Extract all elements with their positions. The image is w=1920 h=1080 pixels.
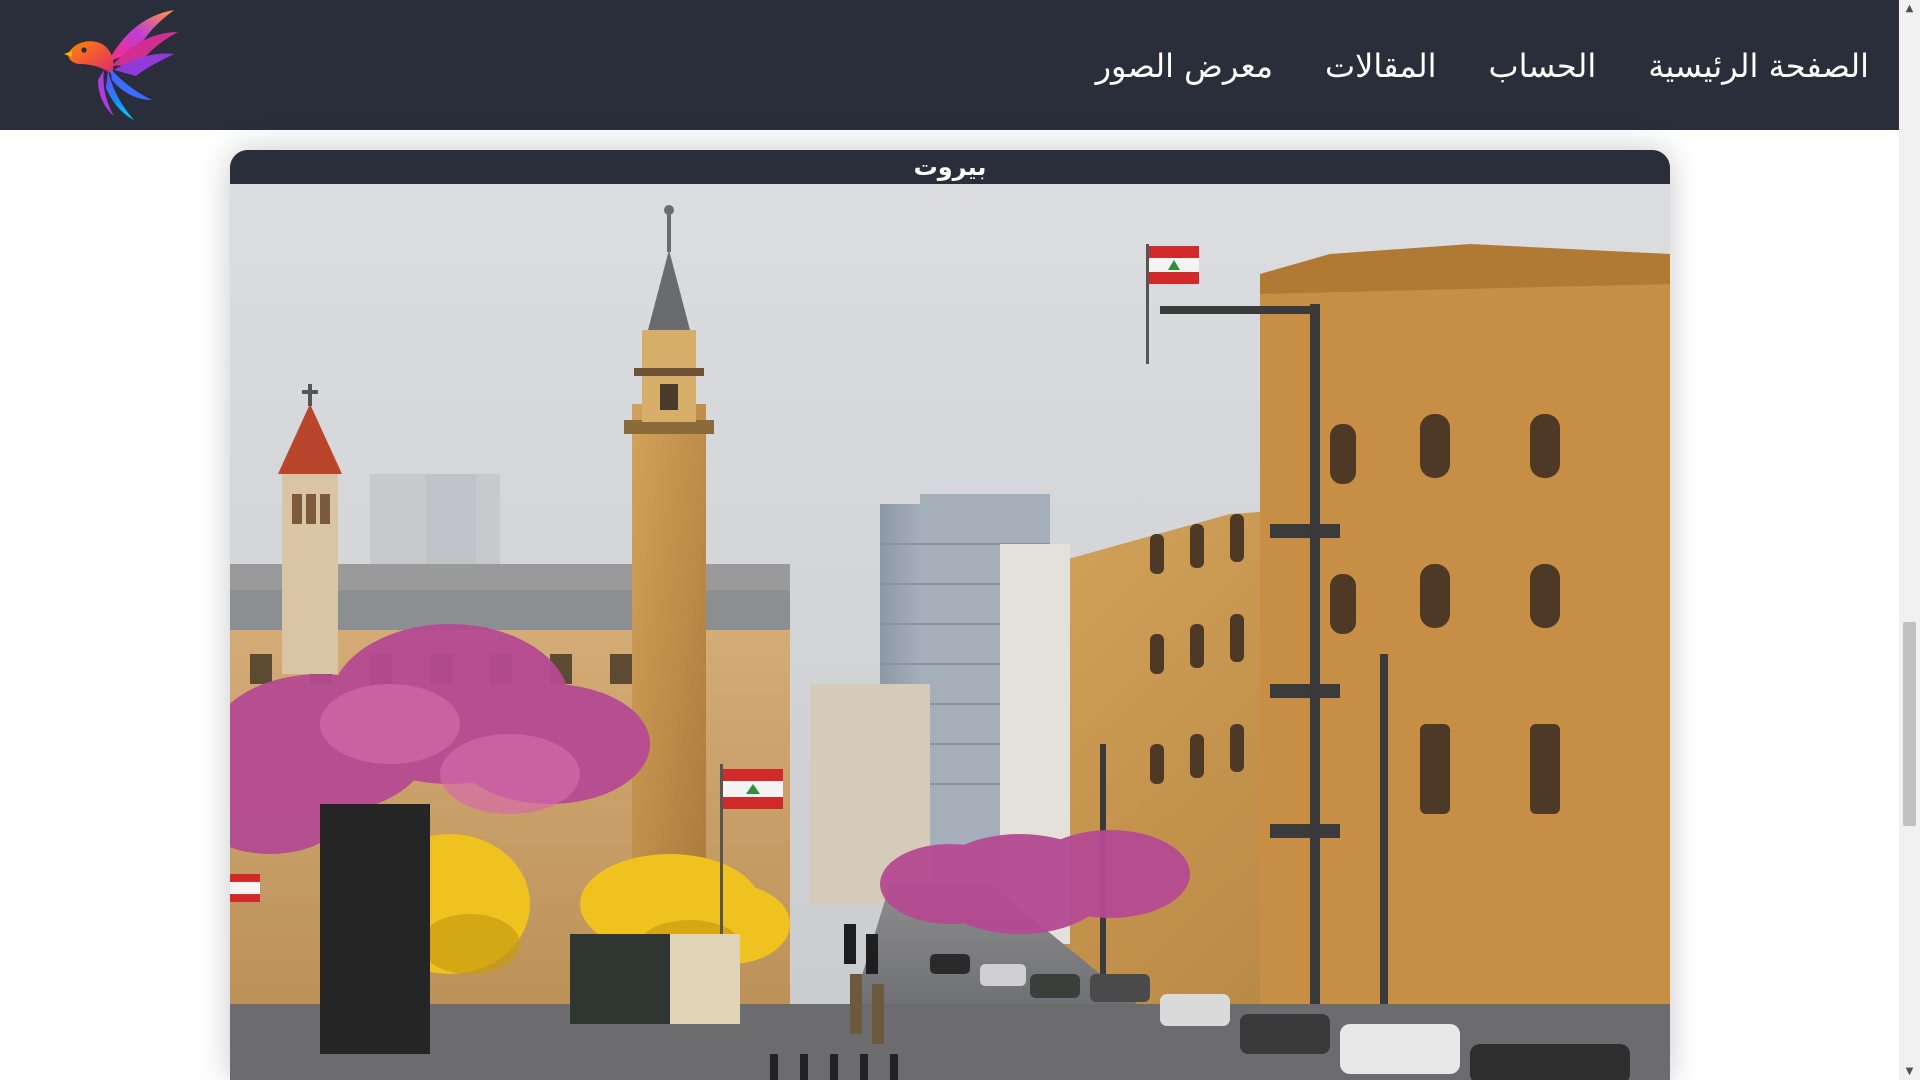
site-logo-link[interactable] [50, 4, 180, 124]
nav-link-articles[interactable]: المقالات [1325, 47, 1436, 85]
nav-link-account[interactable]: الحساب [1489, 47, 1597, 85]
top-navbar: الصفحة الرئيسية الحساب المقالات معرض الص… [0, 0, 1899, 130]
nav-link-gallery[interactable]: معرض الصور [1096, 47, 1273, 85]
nav-menu: الصفحة الرئيسية الحساب المقالات معرض الص… [1096, 44, 1869, 88]
beirut-street-photo[interactable] [230, 184, 1670, 1080]
card-title: بيروت [230, 150, 1670, 184]
scroll-down-arrow-icon[interactable]: ▼ [1899, 1063, 1920, 1080]
nav-link-home[interactable]: الصفحة الرئيسية [1648, 47, 1869, 85]
scrollbar-thumb[interactable] [1903, 622, 1916, 826]
vertical-scrollbar[interactable]: ▲ ▼ [1899, 0, 1920, 1080]
nav-item-account: الحساب [1489, 44, 1597, 88]
phoenix-bird-logo-icon [64, 10, 178, 120]
gallery-card: بيروت [230, 150, 1670, 1080]
nav-item-home: الصفحة الرئيسية [1648, 44, 1869, 88]
nav-item-articles: المقالات [1325, 44, 1436, 88]
scroll-up-arrow-icon[interactable]: ▲ [1899, 0, 1920, 17]
nav-item-gallery: معرض الصور [1096, 44, 1273, 88]
